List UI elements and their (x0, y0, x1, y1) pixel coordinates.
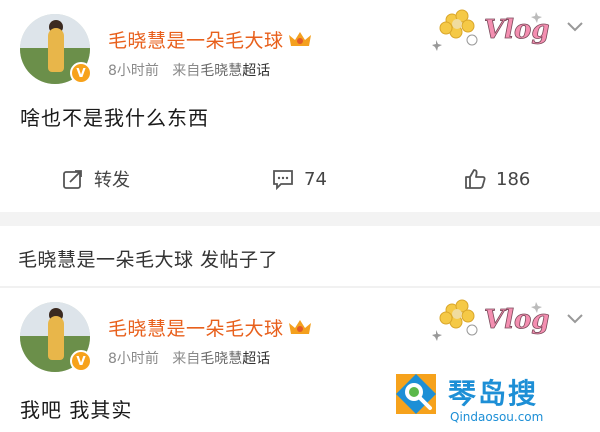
username[interactable]: 毛晓慧是一朵毛大球 (108, 314, 312, 341)
watermark: 琴岛搜 Qindaosou.com (392, 370, 592, 430)
username[interactable]: 毛晓慧是一朵毛大球 (108, 26, 312, 53)
watermark-url: Qindaosou.com (450, 410, 544, 424)
repost-icon (63, 170, 82, 189)
post-actions: 转发 74 186 (0, 164, 600, 194)
post-card[interactable]: V 毛晓慧是一朵毛大球 8小时前 来自毛晓慧超话 Vlog 啥也不是我什么东西 (0, 0, 600, 212)
post-meta: 8小时前 来自毛晓慧超话 (108, 351, 271, 367)
comment-button[interactable]: 74 (272, 164, 327, 194)
crown-icon (288, 318, 312, 338)
post-notice: 毛晓慧是一朵毛大球 发帖子了 (18, 249, 279, 271)
repost-button[interactable]: 转发 (62, 164, 130, 194)
crown-icon (288, 30, 312, 50)
post-meta: 8小时前 来自毛晓慧超话 (108, 63, 271, 79)
post-content: 我吧 我其实 (20, 398, 133, 422)
post-content: 啥也不是我什么东西 (20, 106, 209, 130)
divider (0, 212, 600, 226)
vlog-badge: Vlog (432, 4, 552, 52)
vlog-badge: Vlog (432, 294, 552, 342)
watermark-logo-icon (396, 374, 436, 414)
verified-icon: V (70, 350, 92, 372)
watermark-title: 琴岛搜 (448, 377, 539, 410)
like-button[interactable]: 186 (464, 164, 530, 194)
chevron-down-icon[interactable] (566, 20, 584, 34)
chevron-down-icon[interactable] (566, 312, 584, 326)
svg-text:Vlog: Vlog (484, 15, 550, 45)
notice-bar[interactable]: 毛晓慧是一朵毛大球 发帖子了 (0, 226, 600, 288)
verified-icon: V (70, 62, 92, 84)
svg-text:Vlog: Vlog (484, 305, 550, 335)
comment-icon (273, 170, 293, 190)
like-icon (465, 169, 486, 189)
